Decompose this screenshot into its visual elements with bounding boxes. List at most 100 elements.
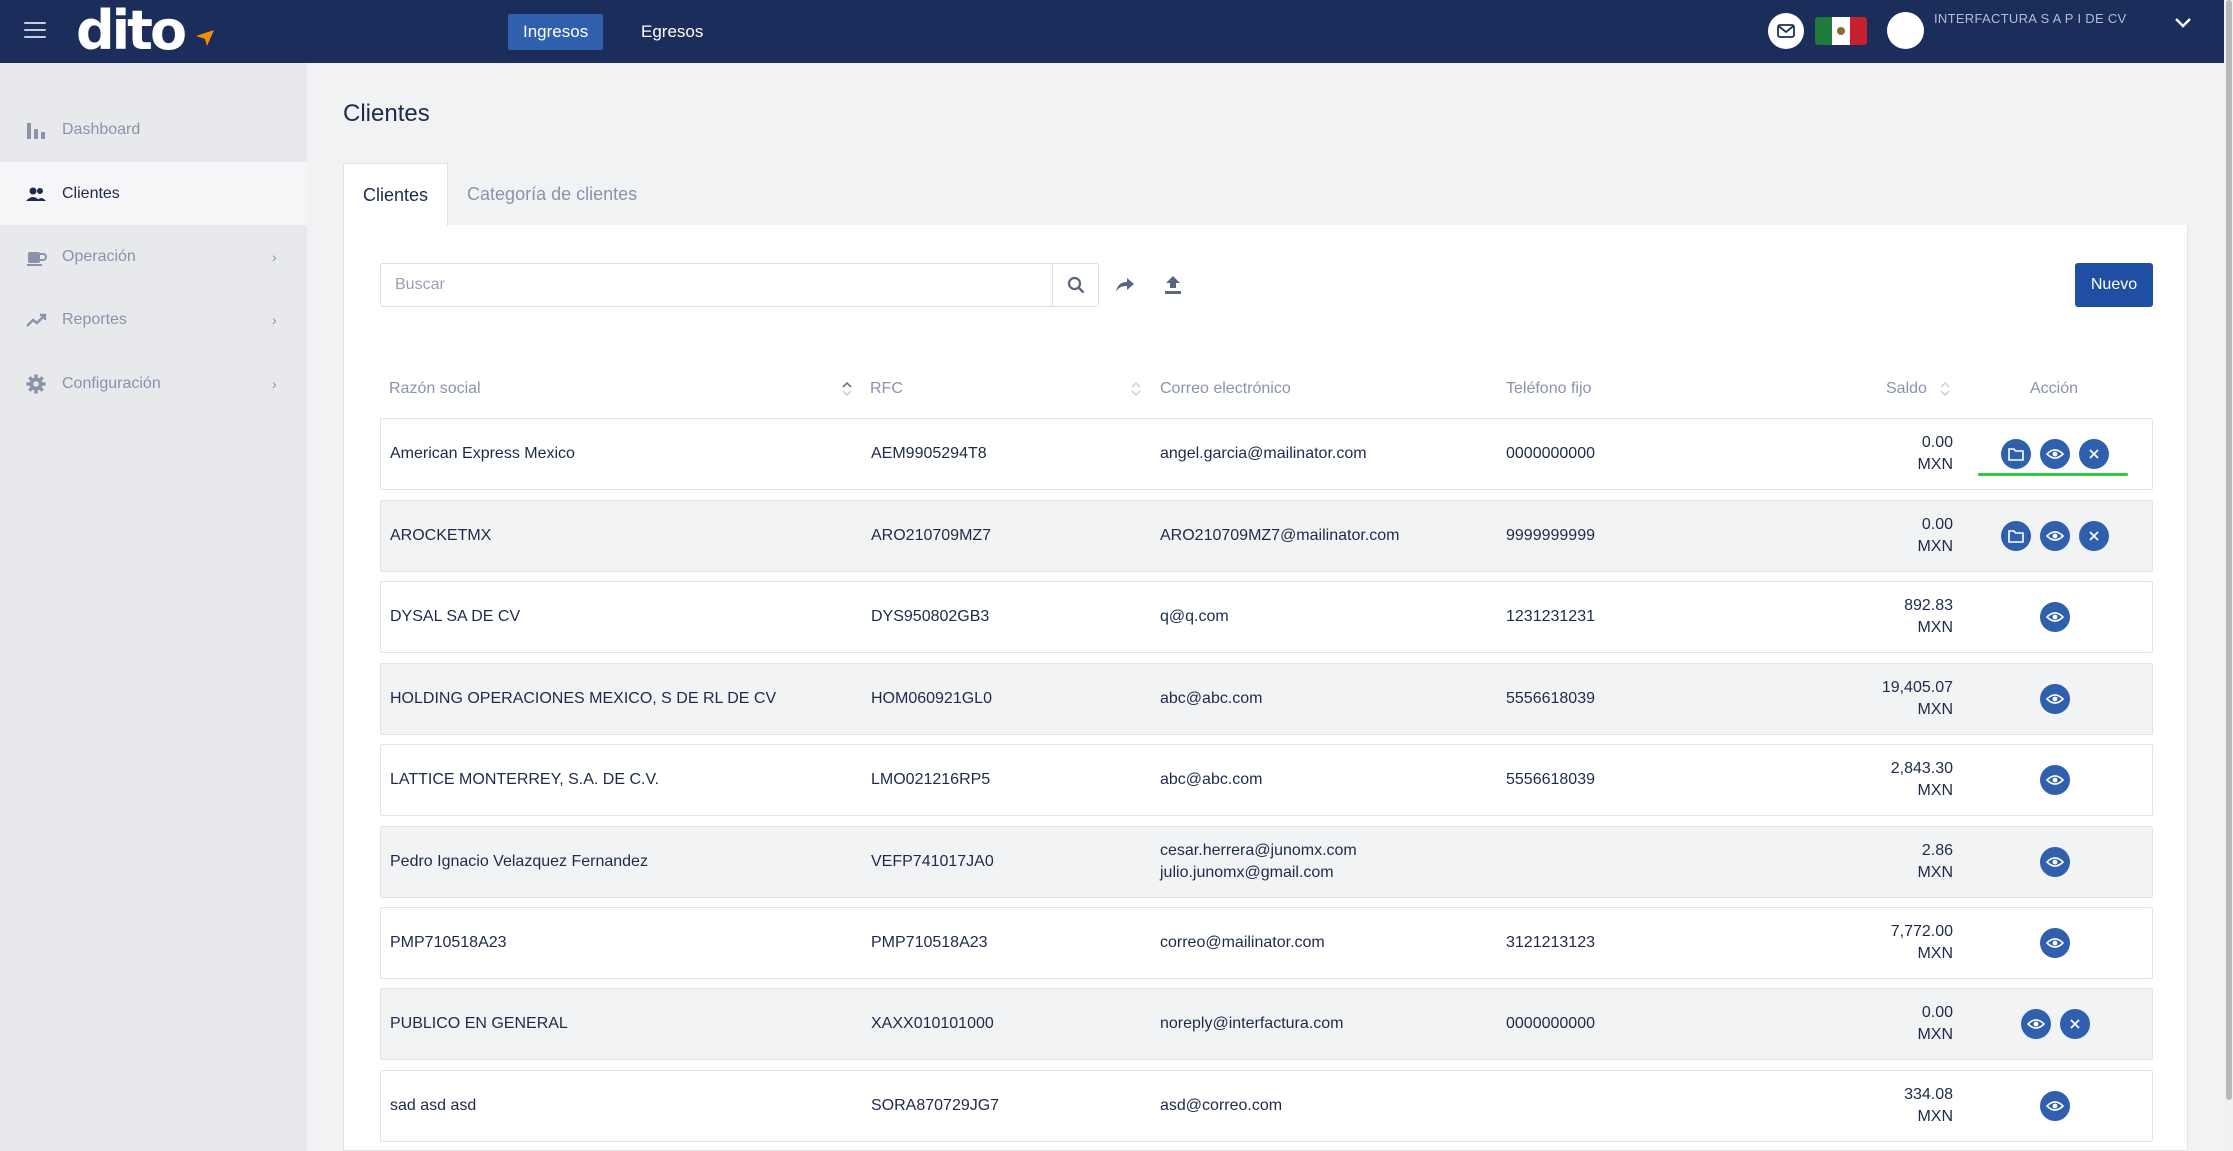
folder-button[interactable] [2001,521,2031,551]
folder-icon [2008,529,2024,543]
mexico-flag-icon[interactable] [1815,17,1867,45]
table-row[interactable]: DYSAL SA DE CV DYS950802GB3 q@q.com 1231231… [380,581,2153,653]
users-icon [25,183,47,205]
sidebar-item-label: Dashboard [62,120,141,138]
row-actions [2040,602,2070,632]
delete-button[interactable] [2059,1009,2090,1039]
column-header-correo: Correo electrónico [1160,380,1291,397]
saldo-amount: 334.08 [1904,1086,1953,1103]
row-actions [2020,1009,2090,1039]
search-button[interactable] [1052,264,1099,306]
cell-razon-social: AROCKETMX [390,527,492,544]
table-row[interactable]: PUBLICO EN GENERAL XAXX010101000 noreply@i… [380,988,2153,1060]
mail-button[interactable] [1768,13,1804,49]
sidebar: Dashboard Clientes Operación › Reportes … [0,63,307,1151]
saldo-amount: 2.86 [1921,842,1953,859]
saldo-currency: MXN [1917,1026,1953,1043]
sidebar-item-operacion[interactable]: Operación › [0,225,307,288]
folder-button[interactable] [2001,439,2031,469]
cell-razon-social: HOLDING OPERACIONES MEXICO, S DE RL DE C… [390,690,777,707]
menu-icon[interactable] [24,22,46,40]
view-button[interactable] [2040,847,2070,877]
table-row[interactable]: Pedro Ignacio Velazquez Fernandez VEFP741… [380,826,2153,898]
cell-telefono: 5556618039 [1506,771,1595,788]
cell-correo: q@q.com [1160,608,1229,625]
table-row[interactable]: American Express Mexico AEM9905294T8 angel… [380,418,2153,490]
cell-saldo: 0.00 MXN [1917,1002,1953,1046]
cell-saldo: 7,772.00 MXN [1891,921,1953,965]
cell-razon-social: LATTICE MONTERREY, S.A. DE C.V. [390,771,660,788]
cell-razon-social: sad asd asd [390,1097,477,1114]
cell-saldo: 2,843.30 MXN [1891,758,1953,802]
cell-correo: angel.garcia@mailinator.com [1160,445,1367,462]
column-header-razon-social[interactable]: Razón social [389,379,481,399]
cell-rfc: PMP710518A23 [871,934,988,951]
cell-correo: abc@abc.com [1160,771,1263,788]
view-button[interactable] [2040,602,2070,632]
bar-chart-icon [25,119,47,141]
cell-saldo: 334.08 MXN [1904,1084,1953,1128]
sidebar-item-label: Reportes [62,310,127,328]
nav-tab-egresos[interactable]: Egresos [626,14,718,50]
table-row[interactable]: sad asd asd SORA870729JG7 asd@correo.com 33… [380,1070,2153,1142]
view-button[interactable] [2040,521,2070,551]
cell-saldo: 0.00 MXN [1917,432,1953,476]
delete-button[interactable] [2079,521,2109,551]
logo[interactable]: dito [76,2,187,60]
tab-categoria-clientes[interactable]: Categoría de clientes [448,163,656,226]
table-row[interactable]: HOLDING OPERACIONES MEXICO, S DE RL DE C… [380,663,2153,735]
cell-rfc: ARO210709MZ7 [871,527,992,544]
cell-telefono: 5556618039 [1506,690,1595,707]
cell-correo: correo@mailinator.com [1160,934,1325,951]
row-actions [2040,1091,2070,1121]
tab-bar: Clientes Categoría de clientes [343,163,656,226]
nav-tab-ingresos[interactable]: Ingresos [508,14,604,50]
chevron-down-icon[interactable] [2174,16,2192,30]
sidebar-item-clientes[interactable]: Clientes [0,162,307,225]
share-icon[interactable] [1112,272,1138,298]
gear-icon [25,373,47,395]
view-button[interactable] [2040,684,2070,714]
eye-icon [2046,611,2064,623]
view-button[interactable] [2040,439,2070,469]
eye-icon [2046,856,2064,868]
trending-up-icon [25,309,47,331]
sidebar-item-dashboard[interactable]: Dashboard [0,98,307,161]
view-button[interactable] [2020,1009,2051,1039]
tab-clientes[interactable]: Clientes [343,163,449,226]
table-row[interactable]: PMP710518A23 PMP710518A23 correo@mailinato… [380,907,2153,979]
search-input[interactable] [381,264,1052,306]
delete-button[interactable] [2079,439,2109,469]
scrollbar-thumb[interactable] [2226,0,2232,1100]
saldo-amount: 0.00 [1921,516,1953,533]
cell-telefono: 0000000000 [1506,1015,1595,1032]
envelope-icon [1777,24,1795,38]
row-actions [2040,928,2070,958]
sort-icon[interactable] [1940,379,1950,399]
table-row[interactable]: AROCKETMX ARO210709MZ7 ARO210709MZ7@mailin… [380,500,2153,572]
coffee-cup-icon [25,246,47,268]
saldo-currency: MXN [1917,864,1953,881]
row-actions [2001,439,2109,469]
view-button[interactable] [2040,765,2070,795]
cell-correo: noreply@interfactura.com [1160,1015,1344,1032]
sidebar-item-label: Operación [62,247,136,265]
cell-rfc: LMO021216RP5 [871,771,991,788]
cell-correo: abc@abc.com [1160,690,1263,707]
column-header-telefono: Teléfono fijo [1506,380,1592,397]
view-button[interactable] [2040,1091,2070,1121]
new-client-button[interactable]: Nuevo [2075,263,2153,307]
cell-rfc: XAXX010101000 [871,1015,994,1032]
upload-icon[interactable] [1160,272,1186,298]
column-header-saldo[interactable]: Saldo [1886,379,1927,399]
avatar[interactable] [1887,12,1924,49]
table-row[interactable]: LATTICE MONTERREY, S.A. DE C.V. LMO021216… [380,744,2153,816]
column-header-rfc[interactable]: RFC [870,379,903,399]
chevron-right-icon: › [272,248,277,265]
sort-icon[interactable] [1131,379,1141,399]
sidebar-item-configuracion[interactable]: Configuración › [0,352,307,415]
saldo-amount: 2,843.30 [1890,760,1953,777]
view-button[interactable] [2040,928,2070,958]
sort-asc-icon[interactable] [842,379,852,399]
sidebar-item-reportes[interactable]: Reportes › [0,288,307,351]
